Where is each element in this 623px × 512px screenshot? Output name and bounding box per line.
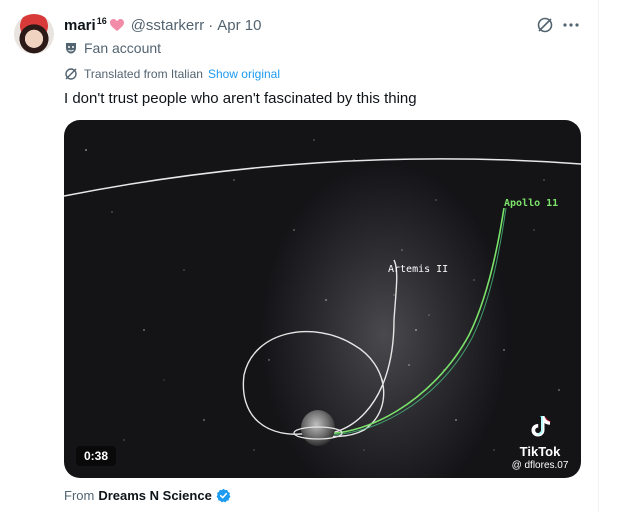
badge-label: Fan account xyxy=(84,40,162,56)
source-prefix: From xyxy=(64,488,95,503)
handle[interactable]: @sstarkerr xyxy=(131,17,205,34)
tiktok-username: @ dflores.07 xyxy=(511,460,569,471)
apollo-label: Apollo 11 xyxy=(504,198,558,209)
media-source: From Dreams N Science xyxy=(64,488,231,503)
theater-mask-icon xyxy=(66,43,76,54)
avatar[interactable] xyxy=(14,14,54,54)
post-date[interactable]: Apr 10 xyxy=(217,17,261,34)
post-header: mari16 @sstarkerr · Apr 10 xyxy=(64,14,261,36)
separator-dot: · xyxy=(208,16,214,34)
artemis-label: Artemis II xyxy=(388,264,448,275)
more-options-icon[interactable] xyxy=(562,16,580,34)
column-divider xyxy=(598,0,599,512)
display-name-text[interactable]: mari xyxy=(64,17,96,34)
space-orbit-scene: Apollo 11 Artemis II xyxy=(64,139,581,451)
grok-translate-icon xyxy=(65,68,77,80)
post-text: I don't trust people who aren't fascinat… xyxy=(64,90,417,107)
tiktok-watermark: TikTok @ dflores.07 xyxy=(507,413,573,472)
earth-orbit-arc xyxy=(64,158,581,197)
name-superscript: 16 xyxy=(96,16,107,26)
tiktok-logo-icon xyxy=(531,416,551,437)
apollo-trajectory xyxy=(311,207,505,435)
video-duration: 0:38 xyxy=(76,446,117,466)
artemis-trajectory xyxy=(242,259,398,438)
show-original-link[interactable]: Show original xyxy=(208,67,280,81)
heart-icon xyxy=(109,19,124,31)
tiktok-brand: TikTok xyxy=(519,444,561,459)
grok-icon[interactable] xyxy=(536,16,554,34)
translation-row: Translated from Italian Show original xyxy=(64,67,280,81)
video-player[interactable]: Apollo 11 Artemis II 0:38 TikTok @ dflor… xyxy=(64,120,581,478)
fan-account-badge: Fan account xyxy=(64,40,161,56)
display-name[interactable]: mari16 xyxy=(64,16,107,34)
verified-badge-icon xyxy=(216,488,231,503)
source-name-link[interactable]: Dreams N Science xyxy=(98,488,211,503)
translated-label: Translated from Italian xyxy=(84,67,203,81)
